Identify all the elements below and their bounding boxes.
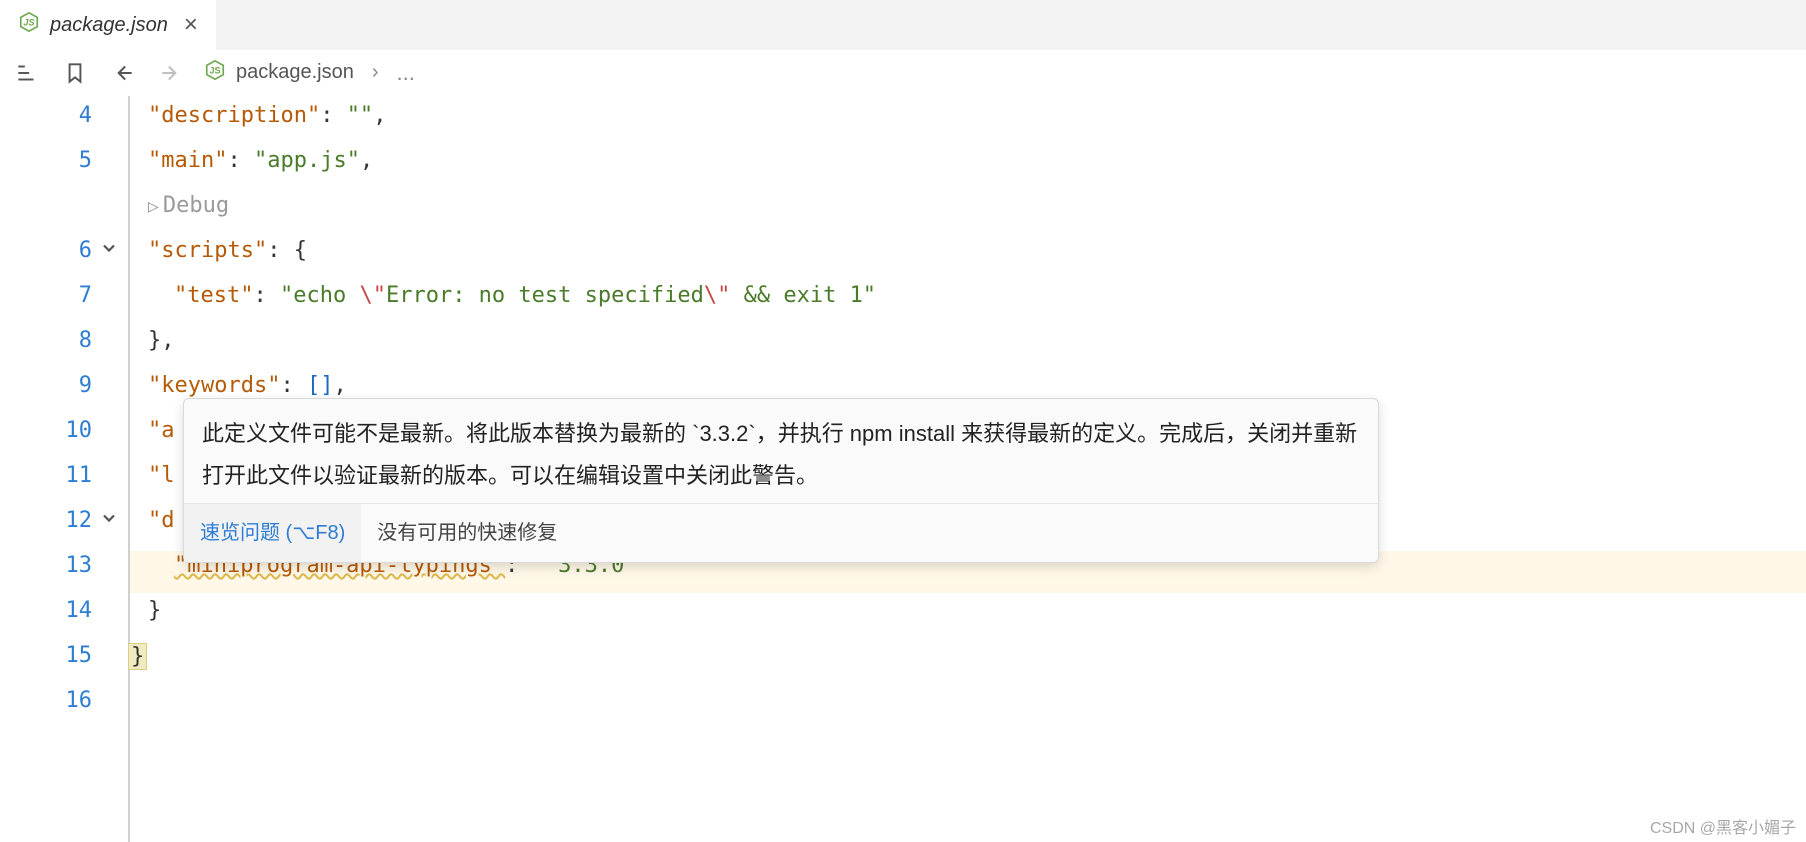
fold-icon[interactable] [94, 238, 124, 264]
breadcrumb-ellipsis[interactable]: ... [397, 60, 415, 86]
hover-tooltip: 此定义文件可能不是最新。将此版本替换为最新的 `3.3.2`，并执行 npm i… [183, 398, 1379, 563]
code-line: }, [148, 328, 175, 353]
close-tab-icon[interactable]: × [184, 13, 198, 37]
list-icon[interactable] [12, 58, 42, 88]
line-number: 14 [0, 598, 92, 623]
peek-problem-action[interactable]: 速览问题 (⌥F8) [184, 504, 361, 562]
line-number: 16 [0, 688, 92, 713]
line-number: 9 [0, 373, 92, 398]
editor[interactable]: 4 5 6 7 8 9 10 11 12 13 14 15 16 "descri… [0, 96, 1806, 842]
gutter: 4 5 6 7 8 9 10 11 12 13 14 15 16 [0, 96, 128, 842]
fold-icon[interactable] [94, 508, 124, 534]
watermark: CSDN @黑客小媚子 [1650, 814, 1796, 838]
nodejs-icon: JS [18, 11, 40, 39]
svg-text:JS: JS [209, 66, 220, 76]
tab-package-json[interactable]: JS package.json × [0, 0, 216, 50]
breadcrumb-row: JS package.json › ... [0, 50, 1806, 96]
code-line: } [148, 598, 161, 623]
svg-text:JS: JS [23, 18, 35, 28]
line-number: 8 [0, 328, 92, 353]
breadcrumb-file[interactable]: JS package.json [204, 59, 354, 86]
bookmark-icon[interactable] [60, 58, 90, 88]
no-quick-fix-label: 没有可用的快速修复 [361, 504, 573, 562]
line-number: 4 [0, 103, 92, 128]
code-line: "main": "app.js", [148, 148, 373, 173]
line-number: 10 [0, 418, 92, 443]
hover-actions: 速览问题 (⌥F8) 没有可用的快速修复 [184, 503, 1378, 562]
code-area[interactable]: "description": "", "main": "app.js", ▷De… [128, 96, 1806, 842]
line-number: 15 [0, 643, 92, 668]
code-line: "test": "echo \"Error: no test specified… [174, 283, 876, 308]
line-number: 6 [0, 238, 92, 263]
code-line: "a [148, 418, 175, 443]
tab-filename: package.json [50, 14, 168, 37]
line-number: 5 [0, 148, 92, 173]
debug-codelens[interactable]: ▷Debug [148, 193, 229, 218]
hover-message: 此定义文件可能不是最新。将此版本替换为最新的 `3.3.2`，并执行 npm i… [184, 399, 1378, 503]
code-line: "scripts": { [148, 238, 307, 263]
line-number: 7 [0, 283, 92, 308]
code-line: } [128, 643, 147, 670]
tab-row: JS package.json × [0, 0, 1806, 50]
breadcrumb-filename: package.json [236, 61, 354, 84]
line-number: 12 [0, 508, 92, 533]
code-line: "l [148, 463, 175, 488]
nodejs-icon: JS [204, 59, 226, 86]
code-line: "description": "", [148, 103, 386, 128]
line-number: 11 [0, 463, 92, 488]
code-line: "keywords": [], [148, 373, 347, 398]
breadcrumb-separator: › [372, 61, 379, 84]
line-number: 13 [0, 553, 92, 578]
forward-icon[interactable] [156, 58, 186, 88]
code-line: "d [148, 508, 175, 533]
back-icon[interactable] [108, 58, 138, 88]
